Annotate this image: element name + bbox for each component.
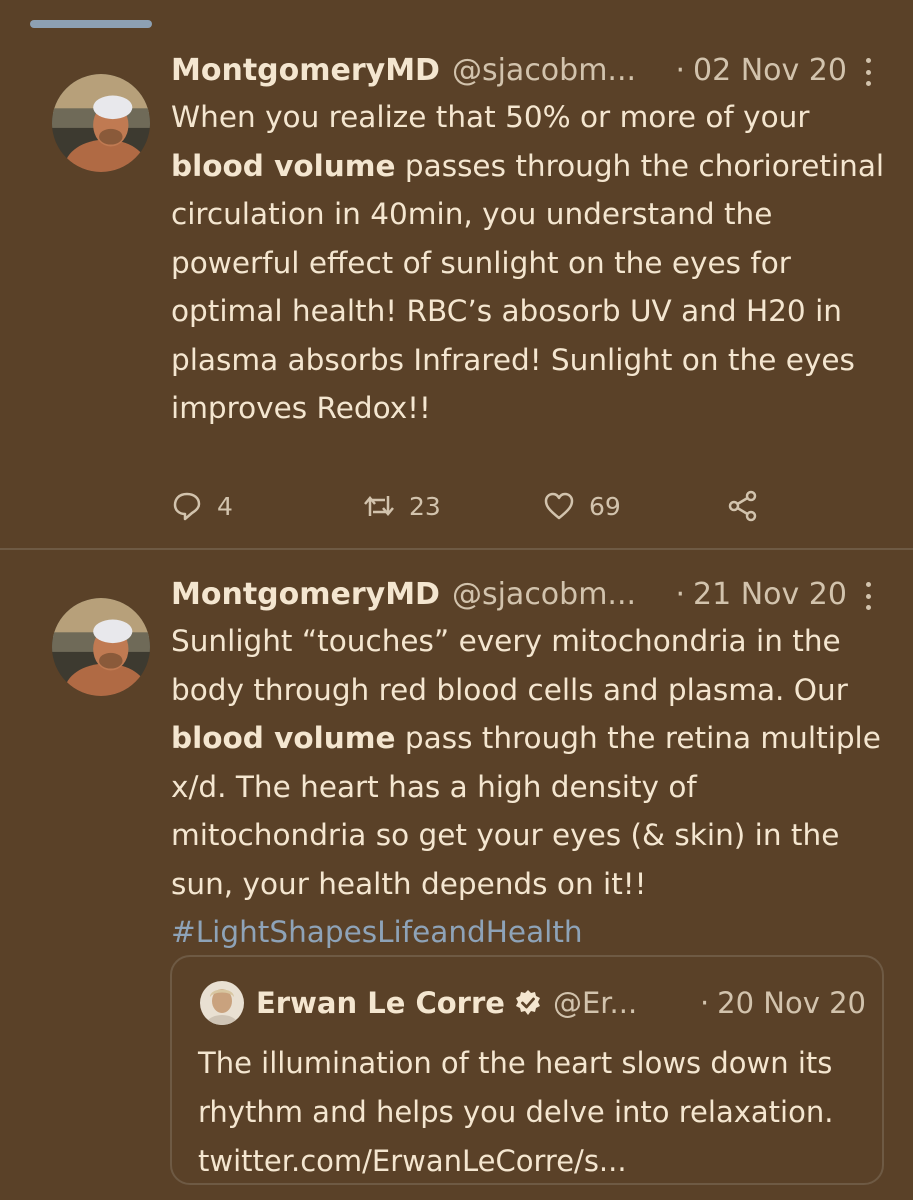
separator: · bbox=[699, 986, 710, 1020]
author-handle[interactable]: @sjacobm... bbox=[452, 53, 636, 88]
tweet-header: MontgomeryMD @sjacobm... · 21 Nov 20 bbox=[171, 574, 893, 614]
author-handle[interactable]: @sjacobm... bbox=[452, 577, 636, 612]
tweet-text: Sunlight “touches” every mitochondria in… bbox=[171, 617, 891, 957]
retweet-icon bbox=[364, 496, 394, 516]
reply-icon bbox=[173, 492, 201, 521]
tweet-date[interactable]: 21 Nov 20 bbox=[693, 577, 847, 612]
quoted-author-name[interactable]: Erwan Le Corre bbox=[256, 986, 505, 1020]
more-icon[interactable] bbox=[858, 578, 878, 614]
hashtag-link[interactable]: #LightShapesLifeandHealth bbox=[171, 915, 583, 949]
avatar-image bbox=[52, 74, 150, 172]
tweet-date[interactable]: 02 Nov 20 bbox=[693, 53, 847, 88]
like-icon bbox=[544, 492, 574, 520]
quoted-avatar[interactable] bbox=[200, 981, 244, 1025]
tweet-text-part: When you realize that 50% or more of you… bbox=[171, 100, 810, 134]
quoted-text: The illumination of the heart slows down… bbox=[198, 1046, 834, 1178]
tweet-text-bold: blood volume bbox=[171, 721, 396, 755]
avatar[interactable] bbox=[52, 74, 150, 172]
like-count: 69 bbox=[589, 491, 621, 521]
verified-icon bbox=[515, 990, 540, 1015]
avatar-image bbox=[52, 598, 150, 696]
share-icon bbox=[728, 490, 757, 522]
reply-button[interactable]: 4 bbox=[171, 490, 233, 522]
author-name[interactable]: MontgomeryMD bbox=[171, 53, 440, 88]
tweet-header: MontgomeryMD @sjacobm... · 02 Nov 20 bbox=[171, 50, 893, 90]
tweet-actions: 4 23 69 bbox=[171, 490, 791, 526]
quoted-header: Erwan Le Corre @Er... · 20 Nov 20 bbox=[256, 983, 866, 1023]
like-button[interactable]: 69 bbox=[543, 490, 621, 522]
separator: · bbox=[675, 52, 686, 88]
quoted-avatar-image bbox=[200, 981, 244, 1025]
quoted-author-handle[interactable]: @Er... bbox=[553, 986, 637, 1020]
reply-count: 4 bbox=[217, 491, 233, 521]
tweet-1[interactable]: MontgomeryMD @sjacobm... · 02 Nov 20 Whe… bbox=[0, 0, 913, 548]
retweet-button[interactable]: 23 bbox=[363, 490, 441, 522]
tweet-text-bold: blood volume bbox=[171, 148, 396, 183]
tweet-text: When you realize that 50% or more of you… bbox=[171, 93, 891, 433]
separator: · bbox=[675, 576, 686, 612]
quoted-tweet[interactable]: Erwan Le Corre @Er... · 20 Nov 20 The il… bbox=[170, 955, 884, 1185]
avatar[interactable] bbox=[52, 598, 150, 696]
more-icon[interactable] bbox=[858, 54, 878, 90]
retweet-count: 23 bbox=[409, 491, 441, 521]
quoted-date[interactable]: 20 Nov 20 bbox=[717, 986, 866, 1020]
author-name[interactable]: MontgomeryMD bbox=[171, 577, 440, 612]
tweet-text-part: passes through the chorioretinal circula… bbox=[171, 148, 885, 426]
tweet-text-part: Sunlight “touches” every mitochondria in… bbox=[171, 624, 848, 707]
share-button[interactable] bbox=[727, 490, 759, 522]
